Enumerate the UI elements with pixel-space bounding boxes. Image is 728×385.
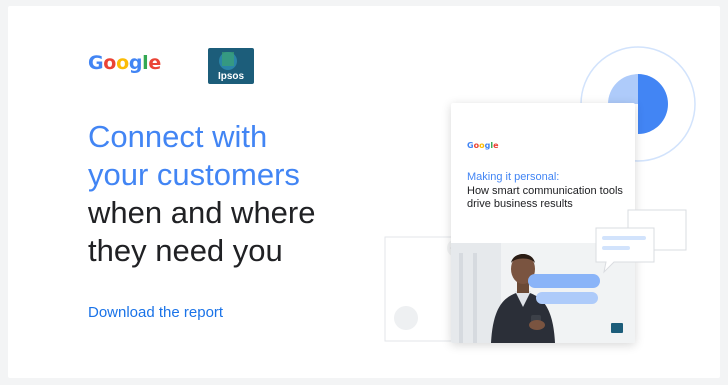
ipsos-logo: Ipsos bbox=[208, 48, 254, 84]
headline-line-2: your customers bbox=[88, 157, 300, 192]
google-logo: Google bbox=[88, 52, 161, 74]
chat-bubble-1-icon bbox=[528, 274, 600, 288]
ad-card[interactable]: Google Ipsos Connect with your customers… bbox=[8, 6, 720, 378]
headline-line-3: when and where bbox=[88, 195, 316, 230]
report-title-line-1: Making it personal: bbox=[467, 171, 560, 183]
chat-bubble-2-icon bbox=[536, 292, 598, 304]
headline-line-1: Connect with bbox=[88, 119, 268, 154]
speech-bubble-decoration-icon bbox=[595, 209, 687, 274]
headline-line-4: they need you bbox=[88, 233, 283, 268]
report-google-logo: Google bbox=[467, 141, 499, 150]
svg-text:Ipsos: Ipsos bbox=[218, 71, 245, 82]
download-report-link[interactable]: Download the report bbox=[88, 304, 223, 321]
report-ipsos-mark-icon bbox=[611, 323, 623, 333]
headline: Connect with your customers when and whe… bbox=[88, 118, 418, 270]
